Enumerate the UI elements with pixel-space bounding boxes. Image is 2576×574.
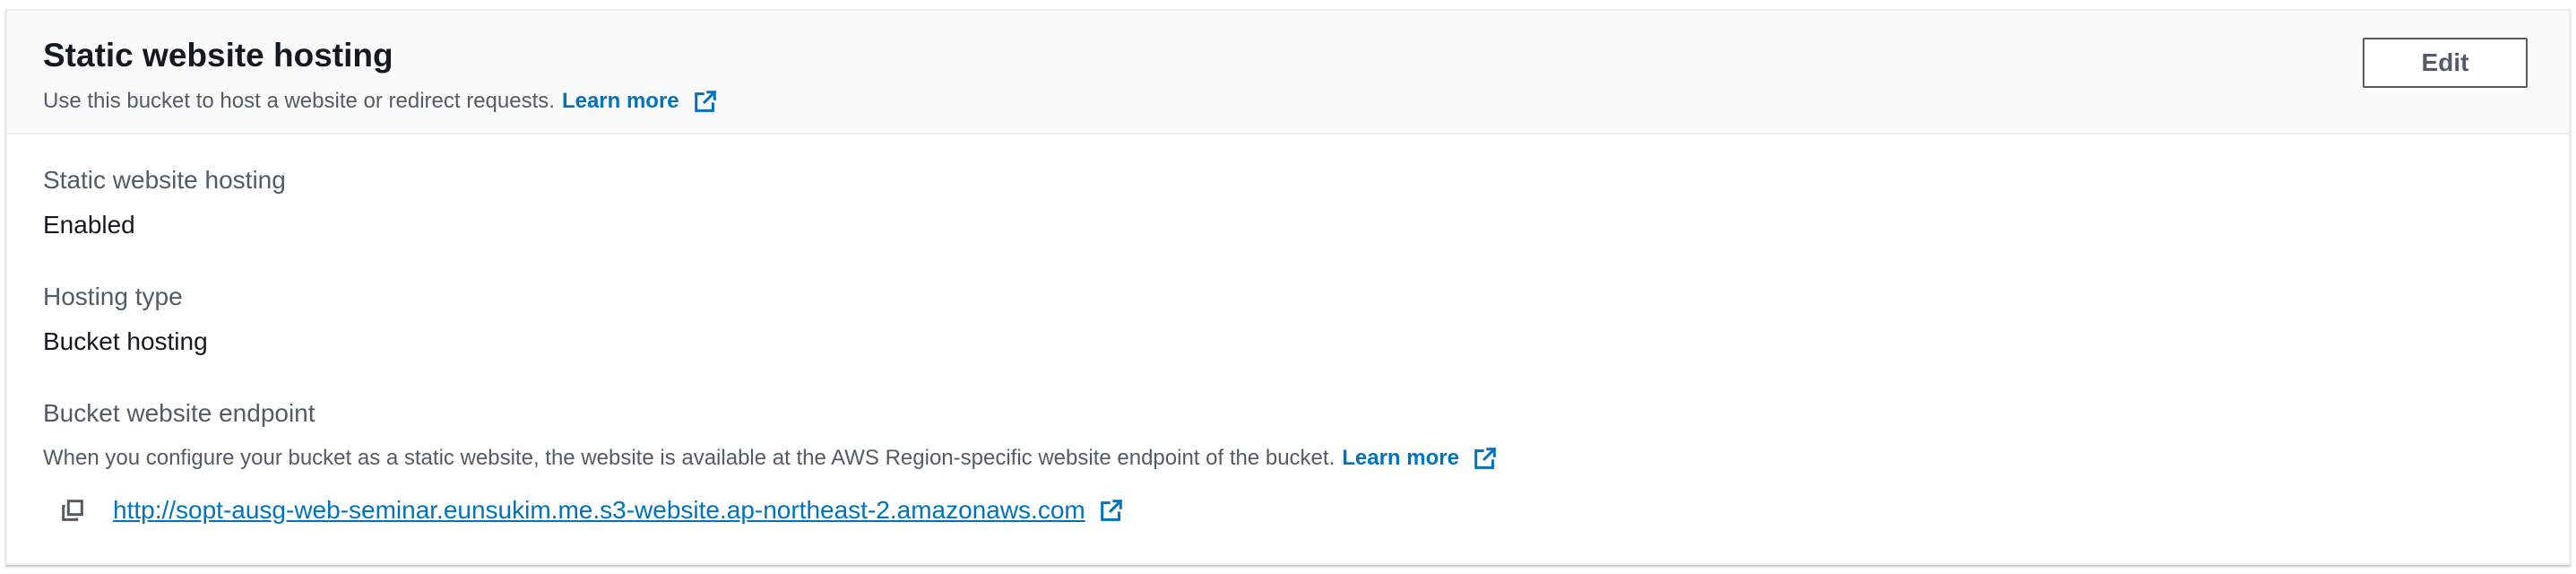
endpoint-row: http://sopt-ausg-web-seminar.eunsukim.me… bbox=[59, 495, 1125, 526]
external-link-icon[interactable] bbox=[1472, 445, 1499, 472]
bucket-website-endpoint-link[interactable]: http://sopt-ausg-web-seminar.eunsukim.me… bbox=[113, 495, 1085, 526]
panel-description-text: Use this bucket to host a website or red… bbox=[43, 89, 555, 113]
hosting-type-label: Hosting type bbox=[43, 283, 183, 310]
hosting-type-value: Bucket hosting bbox=[43, 327, 208, 355]
static-website-hosting-value: Enabled bbox=[43, 211, 135, 239]
endpoint-learn-more-link[interactable]: Learn more bbox=[1342, 445, 1459, 472]
panel-description: Use this bucket to host a website or red… bbox=[43, 88, 719, 115]
copy-icon[interactable] bbox=[59, 497, 86, 524]
endpoint-description-text: When you configure your bucket as a stat… bbox=[43, 446, 1336, 470]
static-website-hosting-label: Static website hosting bbox=[43, 166, 286, 194]
external-link-icon[interactable] bbox=[1098, 497, 1125, 524]
edit-button[interactable]: Edit bbox=[2363, 38, 2528, 88]
bucket-website-endpoint-label: Bucket website endpoint bbox=[43, 399, 316, 427]
bucket-website-endpoint-description: When you configure your bucket as a stat… bbox=[43, 445, 1499, 472]
panel-title: Static website hosting bbox=[43, 37, 393, 74]
learn-more-link[interactable]: Learn more bbox=[562, 88, 679, 115]
panel-header: Static website hosting Use this bucket t… bbox=[7, 11, 2569, 135]
static-website-hosting-panel: Static website hosting Use this bucket t… bbox=[5, 9, 2571, 565]
external-link-icon[interactable] bbox=[692, 88, 719, 115]
